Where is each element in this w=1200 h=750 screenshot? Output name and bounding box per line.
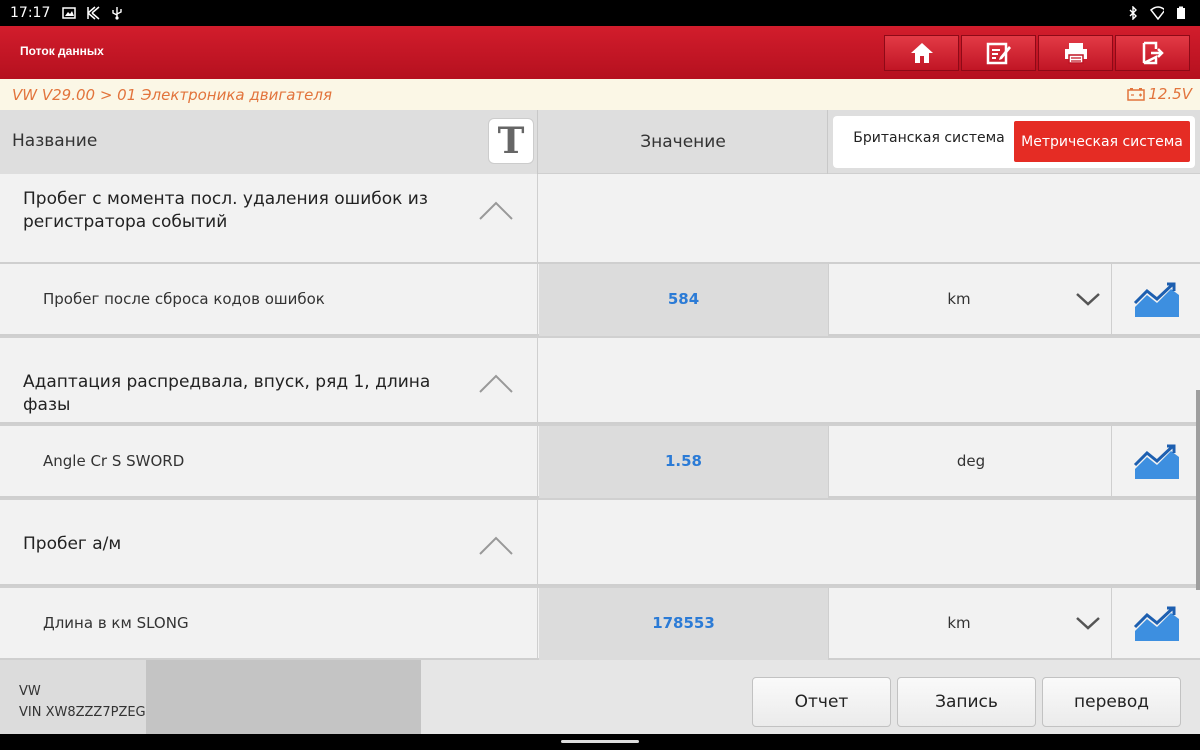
group-header[interactable]: Пробег а/м: [0, 500, 1200, 586]
unit-selector[interactable]: km: [828, 264, 1112, 336]
unit-selector[interactable]: km: [828, 588, 1112, 660]
edit-note-icon: [986, 42, 1011, 65]
usb-icon: [110, 6, 124, 20]
table-header: Название T Значение Британская система М…: [0, 110, 1200, 174]
record-button[interactable]: Запись: [897, 677, 1036, 727]
car-battery-icon: [1127, 88, 1146, 101]
item-unit: deg: [956, 452, 986, 470]
chevron-down-icon[interactable]: [1075, 290, 1101, 308]
vehicle-make: VW: [19, 684, 41, 699]
group-title: Пробег а/м: [23, 534, 122, 554]
footer-bar: VW VIN XW8ZZZ7PZEG Отчет Запись перевод: [0, 660, 1200, 734]
item-value: 584: [667, 290, 700, 308]
exit-button[interactable]: [1115, 35, 1190, 71]
british-units-button[interactable]: Британская система: [843, 130, 1015, 146]
system-nav-bar: [0, 734, 1200, 750]
chevron-up-icon[interactable]: [478, 534, 514, 556]
vehicle-info: VW VIN XW8ZZZ7PZEG: [0, 660, 146, 734]
breadcrumb: VW V29.00 > 01 Электроника двигателя 12.…: [0, 79, 1200, 110]
voltage-indicator: 12.5V: [1127, 85, 1192, 103]
table-row[interactable]: Angle Cr S SWORD 1.58 deg: [0, 426, 1200, 498]
app-bar: Поток данных: [0, 26, 1200, 79]
home-button[interactable]: [884, 35, 959, 71]
item-value: 178553: [652, 614, 715, 632]
report-button[interactable]: Отчет: [752, 677, 891, 727]
unit-system-toggle: Британская система Метрическая система: [833, 116, 1195, 168]
battery-icon: [1174, 6, 1188, 20]
line-chart-icon: [1133, 606, 1179, 641]
chevron-down-icon[interactable]: [1075, 614, 1101, 632]
line-chart-icon: [1133, 282, 1179, 317]
group-header[interactable]: Пробег с момента посл. удаления ошибок и…: [0, 174, 1200, 264]
status-bar: 17:17: [0, 0, 1200, 26]
item-name: Angle Cr S SWORD: [43, 452, 185, 470]
chevron-up-icon[interactable]: [478, 372, 514, 394]
graph-button[interactable]: [1113, 264, 1200, 336]
gallery-icon: [62, 6, 77, 20]
metric-units-button[interactable]: Метрическая система: [1014, 121, 1190, 162]
kodi-icon: [86, 6, 100, 20]
group-title: Адаптация распредвала, впуск, ряд 1, дли…: [23, 372, 431, 415]
bluetooth-icon: [1126, 6, 1140, 20]
exit-icon: [1142, 41, 1164, 65]
home-gesture-handle[interactable]: [561, 740, 639, 743]
group-title: Пробег с момента посл. удаления ошибок и…: [23, 189, 428, 232]
item-unit: km: [947, 614, 971, 632]
translate-button[interactable]: перевод: [1042, 677, 1181, 727]
wifi-icon: [1150, 6, 1164, 20]
edit-report-button[interactable]: [961, 35, 1036, 71]
item-unit: km: [947, 290, 971, 308]
name-column-header: Название T: [0, 110, 538, 174]
unit-display: deg: [828, 426, 1112, 498]
chevron-up-icon[interactable]: [478, 199, 514, 221]
voltage-value: 12.5V: [1148, 85, 1192, 103]
font-size-button[interactable]: T: [488, 118, 534, 164]
table-row[interactable]: Пробег после сброса кодов ошибок 584 km: [0, 264, 1200, 336]
group-header[interactable]: Адаптация распредвала, впуск, ряд 1, дли…: [0, 338, 1200, 424]
scrollbar[interactable]: [1196, 390, 1200, 590]
item-name: Пробег после сброса кодов ошибок: [43, 290, 325, 308]
breadcrumb-path: VW V29.00 > 01 Электроника двигателя: [12, 86, 332, 104]
item-name: Длина в км SLONG: [43, 614, 189, 632]
value-column-header: Значение: [539, 110, 828, 174]
line-chart-icon: [1133, 444, 1179, 479]
printer-icon: [1064, 43, 1087, 64]
data-stream-list: Пробег с момента посл. удаления ошибок и…: [0, 174, 1200, 660]
print-button[interactable]: [1038, 35, 1113, 71]
item-value: 1.58: [664, 452, 702, 470]
graph-button[interactable]: [1113, 426, 1200, 498]
footer-spacer: [146, 660, 421, 734]
table-row[interactable]: Длина в км SLONG 178553 km: [0, 588, 1200, 660]
screen-title: Поток данных: [20, 44, 104, 58]
clock: 17:17: [10, 5, 51, 21]
home-icon: [910, 43, 933, 63]
graph-button[interactable]: [1113, 588, 1200, 660]
vehicle-vin: VIN XW8ZZZ7PZEG: [19, 705, 146, 720]
